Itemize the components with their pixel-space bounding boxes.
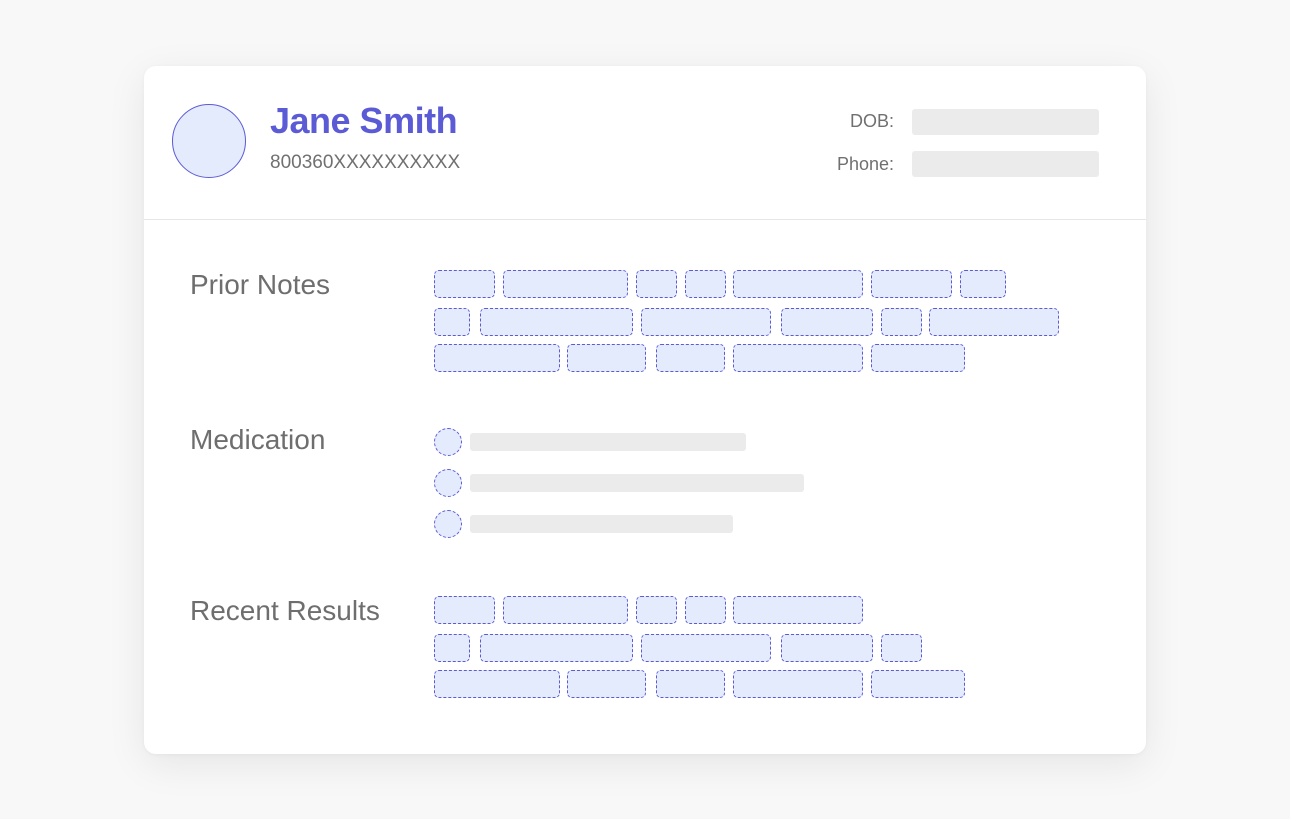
result-placeholder <box>685 596 726 624</box>
note-placeholder <box>733 270 863 298</box>
medication-placeholder <box>470 474 804 492</box>
result-placeholder <box>434 634 470 662</box>
patient-card: Jane Smith 800360XXXXXXXXXX DOB: Phone: … <box>144 66 1146 754</box>
phone-label: Phone: <box>836 154 894 174</box>
note-placeholder <box>685 270 726 298</box>
medication-heading: Medication <box>190 424 326 455</box>
result-placeholder <box>656 670 725 698</box>
result-placeholder <box>733 670 863 698</box>
result-placeholder <box>881 634 922 662</box>
dob-label: DOB: <box>849 111 894 131</box>
medication-placeholder <box>470 515 733 533</box>
note-placeholder <box>641 308 771 336</box>
result-placeholder <box>434 670 560 698</box>
result-placeholder <box>434 596 495 624</box>
patient-header: Jane Smith 800360XXXXXXXXXX DOB: Phone: <box>144 66 1146 220</box>
note-placeholder <box>636 270 677 298</box>
medication-placeholder <box>470 433 746 451</box>
result-placeholder <box>781 634 873 662</box>
note-placeholder <box>656 344 725 372</box>
medication-bullet <box>434 510 462 538</box>
note-placeholder <box>781 308 873 336</box>
note-placeholder <box>929 308 1059 336</box>
patient-id: 800360XXXXXXXXXX <box>270 152 461 173</box>
note-placeholder <box>960 270 1006 298</box>
result-placeholder <box>480 634 633 662</box>
note-placeholder <box>434 344 560 372</box>
note-placeholder <box>733 344 863 372</box>
prior-notes-heading: Prior Notes <box>190 269 331 300</box>
note-placeholder <box>871 344 965 372</box>
phone-value-placeholder <box>912 151 1099 177</box>
result-placeholder <box>567 670 646 698</box>
medication-bullet <box>434 428 462 456</box>
note-placeholder <box>434 270 495 298</box>
note-placeholder <box>871 270 952 298</box>
avatar <box>172 104 246 178</box>
patient-name: Jane Smith <box>270 100 458 141</box>
note-placeholder <box>503 270 628 298</box>
result-placeholder <box>636 596 677 624</box>
result-placeholder <box>503 596 628 624</box>
note-placeholder <box>480 308 633 336</box>
result-placeholder <box>871 670 965 698</box>
result-placeholder <box>641 634 771 662</box>
dob-value-placeholder <box>912 109 1099 135</box>
recent-results-heading: Recent Results <box>190 595 380 626</box>
note-placeholder <box>881 308 922 336</box>
medication-bullet <box>434 469 462 497</box>
note-placeholder <box>567 344 646 372</box>
note-placeholder <box>434 308 470 336</box>
result-placeholder <box>733 596 863 624</box>
